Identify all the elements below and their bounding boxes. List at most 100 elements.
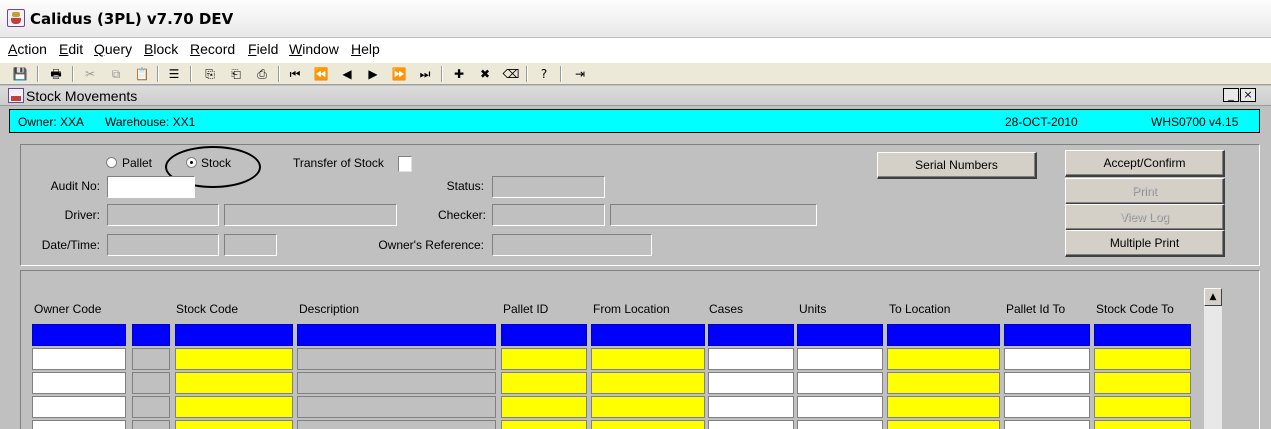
grid-header-units-cell bbox=[797, 324, 883, 346]
audit-no-field[interactable] bbox=[107, 176, 195, 198]
scroll-up-button[interactable]: ▲ bbox=[1204, 288, 1222, 306]
owner-ref-field[interactable] bbox=[492, 234, 652, 256]
from-location-cell[interactable] bbox=[591, 420, 705, 429]
stock-code-to-cell[interactable] bbox=[1094, 348, 1191, 370]
multiple-print-button[interactable]: Multiple Print bbox=[1065, 230, 1225, 257]
next-set-icon[interactable]: ⏩ bbox=[390, 65, 408, 83]
pallet-id-cell[interactable] bbox=[501, 420, 587, 429]
to-location-cell[interactable] bbox=[887, 372, 1000, 394]
toolbar-separator bbox=[526, 66, 528, 82]
grid-header-owner-code-cell bbox=[32, 324, 126, 346]
menu-record[interactable]: Record bbox=[190, 41, 235, 57]
exit-icon[interactable]: ⇥ bbox=[571, 65, 589, 83]
print-button[interactable]: Print bbox=[1065, 178, 1225, 205]
accept-confirm-button[interactable]: Accept/Confirm bbox=[1065, 150, 1225, 177]
driver-name-field[interactable] bbox=[224, 204, 397, 226]
pallet-id-cell[interactable] bbox=[501, 372, 587, 394]
grid-scrollbar[interactable] bbox=[1204, 288, 1222, 429]
owner-code-cell[interactable] bbox=[32, 396, 126, 418]
print-icon[interactable]: 🖶 bbox=[47, 65, 65, 83]
row-indicator-cell[interactable] bbox=[132, 372, 170, 394]
close-button[interactable]: × bbox=[1240, 88, 1256, 102]
serial-numbers-button[interactable]: Serial Numbers bbox=[877, 152, 1037, 179]
stock-code-to-cell[interactable] bbox=[1094, 396, 1191, 418]
stock-code-to-cell[interactable] bbox=[1094, 372, 1191, 394]
units-cell[interactable] bbox=[797, 420, 883, 429]
transfer-checkbox[interactable] bbox=[398, 156, 412, 172]
to-location-cell[interactable] bbox=[887, 420, 1000, 429]
serial-numbers-label: Serial Numbers bbox=[915, 158, 998, 172]
owner-code-cell[interactable] bbox=[32, 372, 126, 394]
from-location-cell[interactable] bbox=[591, 348, 705, 370]
previous-record-icon[interactable]: ◀ bbox=[338, 65, 356, 83]
to-location-cell[interactable] bbox=[887, 348, 1000, 370]
paste-icon[interactable]: 📋 bbox=[133, 65, 151, 83]
stock-code-cell[interactable] bbox=[175, 396, 293, 418]
units-cell[interactable] bbox=[797, 372, 883, 394]
stock-code-cell[interactable] bbox=[175, 420, 293, 429]
enter-query-icon[interactable]: ⎘ bbox=[201, 65, 219, 83]
cases-cell[interactable] bbox=[708, 348, 794, 370]
menu-help[interactable]: Help bbox=[351, 41, 380, 57]
row-indicator-cell[interactable] bbox=[132, 348, 170, 370]
menu-query[interactable]: Query bbox=[94, 41, 132, 57]
grid-header-from-location-cell bbox=[591, 324, 705, 346]
units-cell[interactable] bbox=[797, 396, 883, 418]
clear-record-icon[interactable]: ⌫ bbox=[502, 65, 520, 83]
previous-set-icon[interactable]: ⏪ bbox=[312, 65, 330, 83]
pallet-id-to-cell[interactable] bbox=[1004, 372, 1090, 394]
save-icon[interactable]: 💾 bbox=[11, 65, 29, 83]
menu-action[interactable]: Action bbox=[8, 41, 47, 57]
last-record-icon[interactable]: ⏭ bbox=[416, 65, 434, 83]
from-location-cell[interactable] bbox=[591, 396, 705, 418]
copy-icon[interactable]: ⧉ bbox=[107, 65, 125, 83]
pallet-id-cell[interactable] bbox=[501, 396, 587, 418]
pallet-id-to-cell[interactable] bbox=[1004, 348, 1090, 370]
checker-code-field[interactable] bbox=[492, 204, 605, 226]
to-location-cell[interactable] bbox=[887, 396, 1000, 418]
checker-name-field[interactable] bbox=[610, 204, 817, 226]
time-field[interactable] bbox=[224, 234, 277, 256]
cut-icon[interactable]: ✂ bbox=[81, 65, 99, 83]
pallet-id-cell[interactable] bbox=[501, 348, 587, 370]
from-location-cell[interactable] bbox=[591, 372, 705, 394]
pallet-id-to-cell[interactable] bbox=[1004, 396, 1090, 418]
execute-query-icon[interactable]: ⎗ bbox=[227, 65, 245, 83]
units-cell[interactable] bbox=[797, 348, 883, 370]
pallet-radio[interactable] bbox=[106, 157, 117, 168]
description-cell[interactable] bbox=[297, 396, 496, 418]
description-cell[interactable] bbox=[297, 348, 496, 370]
row-indicator-cell[interactable] bbox=[132, 420, 170, 429]
app-icon[interactable] bbox=[7, 9, 25, 27]
menu-edit[interactable]: Edit bbox=[59, 41, 83, 57]
first-record-icon[interactable]: ⏮ bbox=[286, 65, 304, 83]
menu-field[interactable]: Field bbox=[248, 41, 278, 57]
list-icon[interactable]: ☰ bbox=[165, 65, 183, 83]
cases-cell[interactable] bbox=[708, 396, 794, 418]
menu-window[interactable]: Window bbox=[289, 41, 339, 57]
owner-code-cell[interactable] bbox=[32, 420, 126, 429]
delete-record-icon[interactable]: ✖ bbox=[476, 65, 494, 83]
row-indicator-cell[interactable] bbox=[132, 396, 170, 418]
view-log-button[interactable]: View Log bbox=[1065, 204, 1225, 231]
description-cell[interactable] bbox=[297, 372, 496, 394]
cases-cell[interactable] bbox=[708, 372, 794, 394]
help-icon[interactable]: ? bbox=[535, 65, 553, 83]
stock-code-to-cell[interactable] bbox=[1094, 420, 1191, 429]
cases-cell[interactable] bbox=[708, 420, 794, 429]
date-info: 28-OCT-2010 bbox=[1005, 115, 1078, 129]
date-field[interactable] bbox=[107, 234, 219, 256]
insert-record-icon[interactable]: ✚ bbox=[450, 65, 468, 83]
status-field[interactable] bbox=[492, 176, 605, 198]
window-icon[interactable] bbox=[8, 88, 24, 103]
description-cell[interactable] bbox=[297, 420, 496, 429]
owner-code-cell[interactable] bbox=[32, 348, 126, 370]
driver-code-field[interactable] bbox=[107, 204, 219, 226]
minimize-button[interactable]: _ bbox=[1223, 88, 1239, 102]
stock-code-cell[interactable] bbox=[175, 372, 293, 394]
stock-code-cell[interactable] bbox=[175, 348, 293, 370]
menu-block[interactable]: Block bbox=[144, 41, 178, 57]
cancel-query-icon[interactable]: ⎙ bbox=[253, 65, 271, 83]
pallet-id-to-cell[interactable] bbox=[1004, 420, 1090, 429]
next-record-icon[interactable]: ▶ bbox=[364, 65, 382, 83]
